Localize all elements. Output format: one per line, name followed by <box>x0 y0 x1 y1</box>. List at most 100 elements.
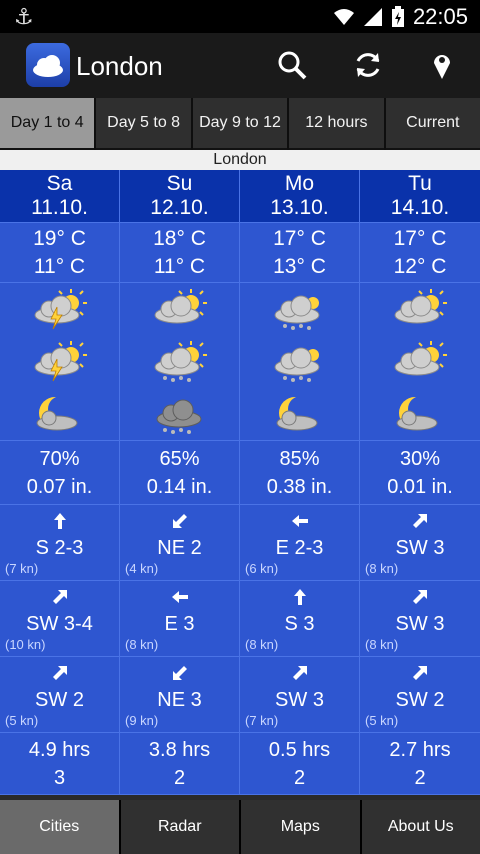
wind-speed-knots: (8 kn) <box>245 637 279 652</box>
tab-current[interactable]: Current <box>385 98 480 150</box>
weather-index: 3 <box>53 767 66 789</box>
wind-speed-knots: (8 kn) <box>365 561 399 576</box>
wind-arrow-icon <box>0 511 119 531</box>
wind-arrow-icon <box>0 663 119 683</box>
status-time: 22:05 <box>412 4 468 29</box>
wind-arrow-icon <box>360 587 480 607</box>
tab-day-1-to-4[interactable]: Day 1 to 4 <box>0 98 95 150</box>
wind-arrow-icon <box>240 587 359 607</box>
day-header: Su 12.10. <box>120 170 240 223</box>
sunshine-cell: 2.7 hrs 2 <box>360 733 480 795</box>
wind-speed-knots: (5 kn) <box>5 713 39 728</box>
temperature-cell: 18° C 11° C <box>120 223 240 283</box>
temp-high: 17° C <box>393 227 447 250</box>
sun-hours: 2.7 hrs <box>389 739 451 761</box>
wind-direction: E 2-3 <box>275 537 324 559</box>
usb-icon: ⚓ <box>14 4 34 29</box>
city-label: London <box>0 150 480 170</box>
tab-12-hours[interactable]: 12 hours <box>289 98 384 150</box>
day-name: Mo <box>284 172 315 195</box>
wind-arrow-icon <box>360 511 480 531</box>
search-icon <box>278 51 307 80</box>
wind-direction: S 3 <box>284 613 315 635</box>
wind-speed-knots: (9 kn) <box>125 713 159 728</box>
period-tabs: Day 1 to 4 Day 5 to 8 Day 9 to 12 12 hou… <box>0 98 480 150</box>
wind-cell: NE 2 (4 kn) <box>120 505 240 581</box>
wind-speed-knots: (6 kn) <box>245 561 279 576</box>
nav-about-button[interactable]: About Us <box>361 800 480 854</box>
wind-arrow-icon <box>120 511 239 531</box>
rain-amount: 0.14 in. <box>146 476 213 498</box>
wind-speed-knots: (5 kn) <box>365 713 399 728</box>
precipitation-cell: 30% 0.01 in. <box>360 441 480 505</box>
bottom-nav: Cities Radar Maps About Us <box>0 800 480 854</box>
weather-index: 2 <box>414 767 426 789</box>
weather-icons-cell <box>240 283 360 441</box>
day-header: Tu 14.10. <box>360 170 480 223</box>
wind-arrow-icon <box>360 663 480 683</box>
day-header: Mo 13.10. <box>240 170 360 223</box>
wind-cell: SW 2 (5 kn) <box>360 657 480 733</box>
wind-speed-knots: (7 kn) <box>245 713 279 728</box>
wind-speed-knots: (7 kn) <box>5 561 39 576</box>
wind-speed-knots: (4 kn) <box>125 561 159 576</box>
wind-cell: NE 3 (9 kn) <box>120 657 240 733</box>
wind-cell: S 3 (8 kn) <box>240 581 360 657</box>
rain-chance: 30% <box>399 448 441 470</box>
temperature-row: 19° C 11° C 18° C 11° C 17° C 13° C 17° C 12… <box>0 223 480 283</box>
temp-low: 13° C <box>273 255 326 278</box>
search-button[interactable] <box>272 45 312 85</box>
battery-icon <box>391 6 404 27</box>
page-title: London <box>76 51 163 81</box>
temperature-cell: 17° C 13° C <box>240 223 360 283</box>
wind-cell: E 3 (8 kn) <box>120 581 240 657</box>
tab-day-9-to-12[interactable]: Day 9 to 12 <box>192 98 288 150</box>
wind-row: S 2-3 (7 kn) NE 2 (4 kn) E 2-3 (6 kn) SW 3 (8 k… <box>0 505 480 581</box>
temperature-cell: 17° C 12° C <box>360 223 480 283</box>
location-button[interactable] <box>422 45 462 85</box>
wind-cell: SW 3 (8 kn) <box>360 581 480 657</box>
forecast-grid: Sa 11.10. Su 12.10. Mo 13.10. Tu 14.10. 19° … <box>0 170 480 795</box>
day-date: 12.10. <box>150 196 209 219</box>
temp-low: 12° C <box>393 255 447 278</box>
wind-arrow-icon <box>120 587 239 607</box>
day-date: 13.10. <box>270 196 329 219</box>
precipitation-cell: 85% 0.38 in. <box>240 441 360 505</box>
wind-row: SW 3-4 (10 kn) E 3 (8 kn) S 3 (8 kn) SW 3 (8 kn… <box>0 581 480 657</box>
weather-icons-cell <box>120 283 240 441</box>
day-date: 14.10. <box>390 196 450 219</box>
temp-high: 18° C <box>153 227 206 250</box>
wind-direction: E 3 <box>164 613 195 635</box>
rain-amount: 0.07 in. <box>26 476 93 498</box>
weather-index: 2 <box>293 767 306 789</box>
nav-cities-button[interactable]: Cities <box>0 800 119 854</box>
temp-low: 11° C <box>153 255 206 278</box>
rain-chance: 70% <box>39 448 80 470</box>
day-name: Tu <box>408 172 432 195</box>
sun-hours: 4.9 hrs <box>28 739 91 761</box>
wind-cell: SW 3 (8 kn) <box>360 505 480 581</box>
day-header: Sa 11.10. <box>0 170 120 223</box>
wind-row: SW 2 (5 kn) NE 3 (9 kn) SW 3 (7 kn) SW 2 (5 kn) <box>0 657 480 733</box>
sunshine-cell: 4.9 hrs 3 <box>0 733 120 795</box>
tab-day-5-to-8[interactable]: Day 5 to 8 <box>96 98 191 150</box>
day-name: Su <box>166 172 193 195</box>
sun-hours: 3.8 hrs <box>148 739 211 761</box>
status-bar: ⚓ 22:05 <box>0 0 480 33</box>
temp-high: 17° C <box>273 227 326 250</box>
nav-radar-button[interactable]: Radar <box>120 800 239 854</box>
day-date: 11.10. <box>31 196 88 219</box>
nav-maps-button[interactable]: Maps <box>241 800 360 854</box>
weather-icons-cell <box>360 283 480 441</box>
rain-amount: 0.01 in. <box>387 476 453 498</box>
temp-low: 11° C <box>33 255 86 278</box>
refresh-button[interactable] <box>348 45 388 85</box>
wind-direction: NE 3 <box>157 689 202 711</box>
wind-rows: S 2-3 (7 kn) NE 2 (4 kn) E 2-3 (6 kn) SW 3 (8 k… <box>0 505 480 733</box>
wind-cell: SW 2 (5 kn) <box>0 657 120 733</box>
day-name: Sa <box>46 172 73 195</box>
wind-direction: SW 2 <box>35 689 84 711</box>
refresh-icon <box>356 53 380 77</box>
app-logo-icon[interactable] <box>26 43 70 87</box>
wind-direction: S 2-3 <box>35 537 84 559</box>
